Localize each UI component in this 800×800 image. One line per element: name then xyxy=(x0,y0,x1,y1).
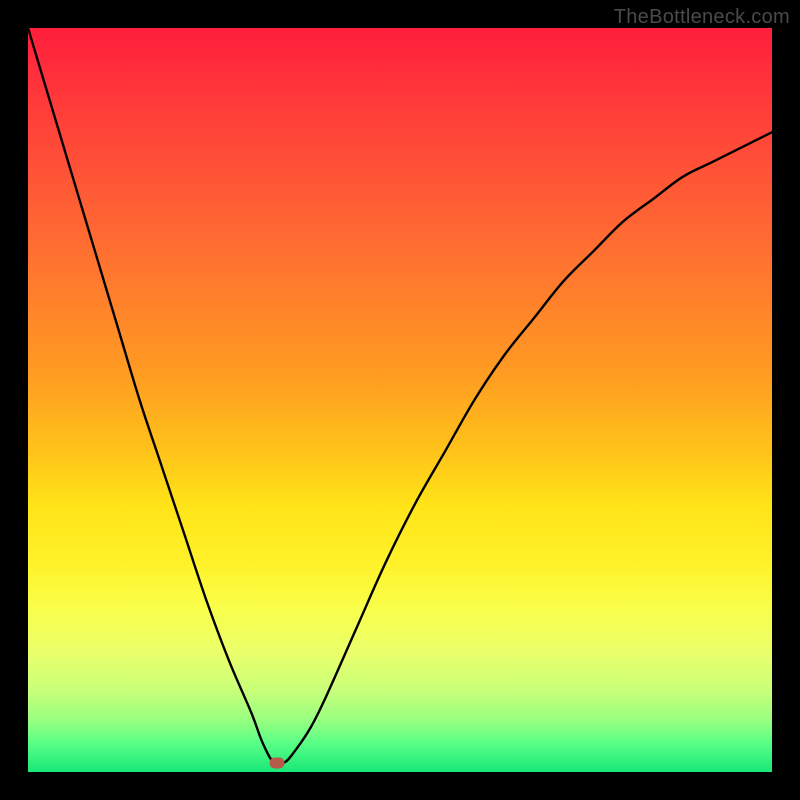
bottleneck-curve xyxy=(28,28,772,772)
plot-area xyxy=(28,28,772,772)
minimum-marker xyxy=(270,758,285,769)
watermark-text: TheBottleneck.com xyxy=(614,6,790,29)
chart-frame: TheBottleneck.com xyxy=(0,0,800,800)
